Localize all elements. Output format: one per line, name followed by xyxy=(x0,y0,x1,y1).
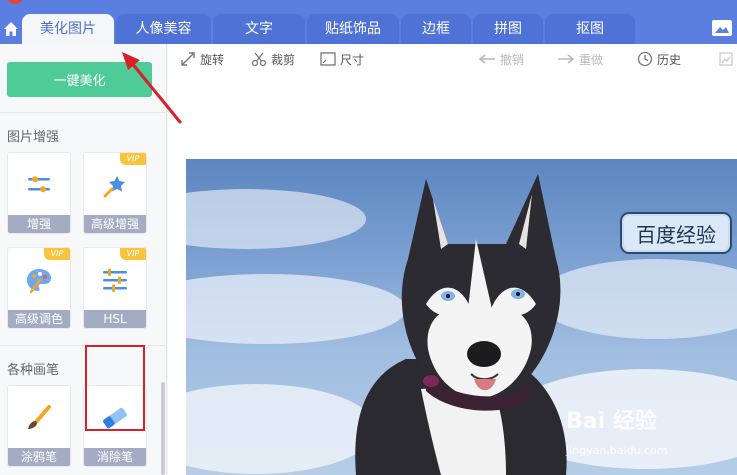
redo-label: 重做 xyxy=(579,52,604,67)
rotate-label: 旋转 xyxy=(200,52,225,67)
tool-label: 高级增强 xyxy=(84,215,146,233)
tool-label: 消除笔 xyxy=(84,448,146,466)
tool-label: 增强 xyxy=(8,215,70,233)
crop-button[interactable]: 裁剪 xyxy=(251,51,295,67)
hsl-sliders-icon xyxy=(84,248,146,312)
tool-enhance[interactable]: 增强 xyxy=(7,152,71,234)
watermark-badge: 百度经验 xyxy=(620,212,732,254)
resize-icon xyxy=(320,52,336,66)
scissors-icon xyxy=(251,52,267,67)
size-label: 尺寸 xyxy=(340,52,365,67)
rotate-button[interactable]: 旋转 xyxy=(180,51,224,67)
crop-label: 裁剪 xyxy=(271,52,296,67)
undo-button[interactable]: 撤销 xyxy=(478,51,524,67)
sidebar-scrollbar[interactable] xyxy=(161,382,165,475)
image-compare-icon xyxy=(719,52,733,66)
undo-arrow-icon xyxy=(478,54,495,64)
redo-button[interactable]: 重做 xyxy=(557,51,603,67)
tab-frames[interactable]: 边框 xyxy=(401,14,471,44)
tab-cutout[interactable]: 抠图 xyxy=(545,14,635,44)
section-title-brushes: 各种画笔 xyxy=(7,363,60,378)
edit-toolbar: 旋转 裁剪 尺寸 撤销 重做 历史 xyxy=(168,44,737,74)
tab-beautify[interactable]: 美化图片 xyxy=(22,14,114,44)
clock-icon xyxy=(637,51,653,67)
size-button[interactable]: 尺寸 xyxy=(320,51,364,67)
brush-icon xyxy=(8,386,70,450)
home-icon xyxy=(4,22,18,36)
image-icon xyxy=(711,20,732,36)
tool-label: HSL xyxy=(84,310,146,328)
one-click-beautify-button[interactable]: 一键美化 xyxy=(7,62,152,97)
tool-advanced-enhance[interactable]: VIP 高级增强 xyxy=(83,152,147,234)
open-image-button[interactable] xyxy=(706,14,737,42)
tab-collage[interactable]: 拼图 xyxy=(473,14,543,44)
magic-wand-icon xyxy=(84,153,146,217)
tab-text[interactable]: 文字 xyxy=(213,14,305,44)
top-tab-bar: 美化图片 人像美容 文字 贴纸饰品 边框 拼图 抠图 xyxy=(0,0,737,44)
baidu-watermark: Bai 经验 xyxy=(566,409,657,434)
annotation-highlight-box xyxy=(85,345,145,431)
app-logo xyxy=(6,0,24,4)
palette-icon xyxy=(8,248,70,312)
redo-arrow-icon xyxy=(558,54,575,64)
main-tabs: 美化图片 人像美容 文字 贴纸饰品 边框 拼图 抠图 xyxy=(22,14,637,44)
tool-label: 高级调色 xyxy=(8,310,70,328)
compare-button[interactable] xyxy=(719,51,733,67)
section-title-enhance: 图片增强 xyxy=(7,130,60,145)
baidu-watermark-url: jingyan.baidu.com xyxy=(566,444,668,457)
undo-label: 撤销 xyxy=(500,52,525,67)
tool-advanced-color[interactable]: VIP 高级调色 xyxy=(7,247,71,329)
history-label: 历史 xyxy=(657,52,682,67)
tool-hsl[interactable]: VIP HSL xyxy=(83,247,147,329)
sidebar-divider xyxy=(0,112,167,113)
history-button[interactable]: 历史 xyxy=(637,51,681,67)
tab-portrait[interactable]: 人像美容 xyxy=(116,14,211,44)
rotate-icon xyxy=(181,52,195,66)
sliders-icon xyxy=(8,153,70,217)
tool-label: 涂鸦笔 xyxy=(8,448,70,466)
tab-stickers[interactable]: 贴纸饰品 xyxy=(307,14,399,44)
tool-doodle-brush[interactable]: 涂鸦笔 xyxy=(7,385,71,467)
home-button[interactable] xyxy=(0,14,22,44)
